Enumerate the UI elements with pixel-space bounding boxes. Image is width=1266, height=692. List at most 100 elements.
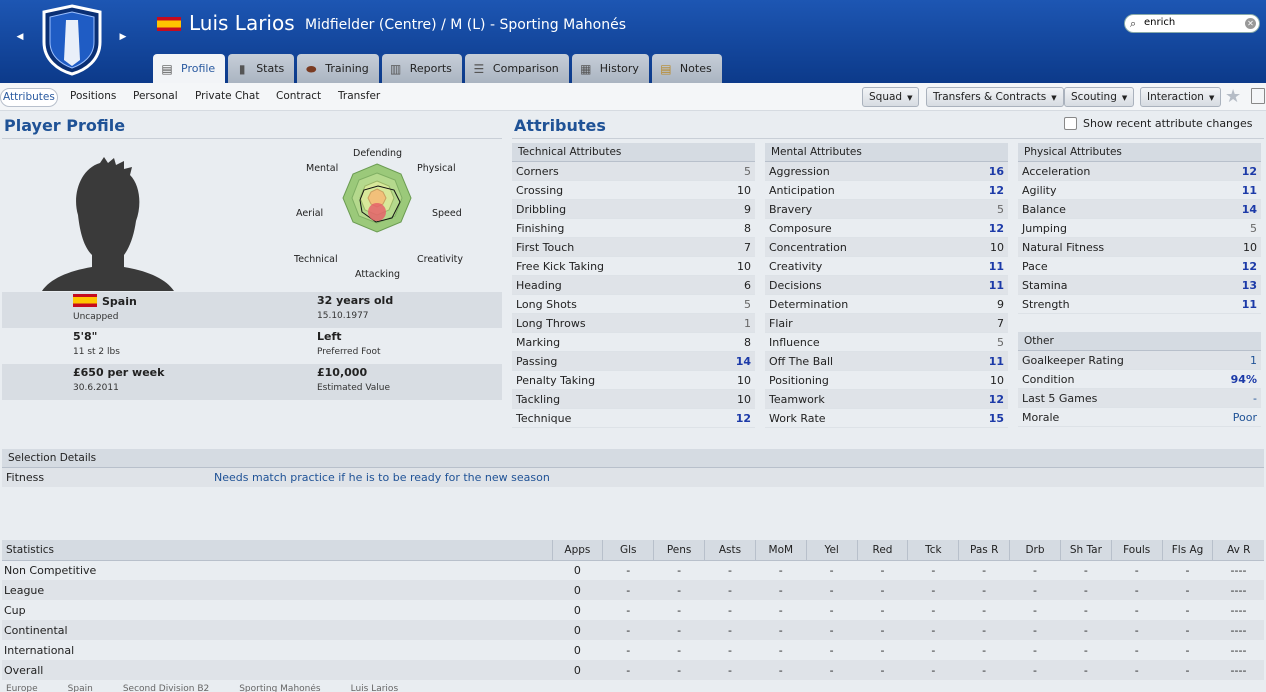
attribute-row-tackling[interactable]: Tackling 10 (512, 390, 755, 409)
clear-search-icon[interactable]: ✕ (1245, 18, 1256, 29)
breadcrumb-item[interactable]: Spain (68, 684, 93, 692)
attribute-row-penalty-taking[interactable]: Penalty Taking 10 (512, 371, 755, 390)
competition-name: International (4, 643, 75, 657)
attribute-row-last-5-games[interactable]: Last 5 Games - (1018, 389, 1261, 408)
search-box[interactable]: ⌕ ✕ (1124, 14, 1260, 33)
interaction-menu-button[interactable]: Interaction ▼ (1140, 87, 1222, 107)
column-header-red[interactable]: Red (856, 540, 908, 561)
recent-changes-toggle[interactable]: Show recent attribute changes (1064, 117, 1253, 130)
column-header-fls-ag[interactable]: Fls Ag (1161, 540, 1213, 561)
transfers-contracts-menu-button[interactable]: Transfers & Contracts ▼ (926, 87, 1064, 107)
attribute-row-heading[interactable]: Heading 6 (512, 276, 755, 295)
attribute-row-balance[interactable]: Balance 14 (1018, 200, 1261, 219)
search-input[interactable] (1144, 17, 1244, 28)
attribute-row-creativity[interactable]: Creativity 11 (765, 257, 1008, 276)
column-header-gls[interactable]: Gls (602, 540, 654, 561)
attribute-row-jumping[interactable]: Jumping 5 (1018, 219, 1261, 238)
column-header-sh-tar[interactable]: Sh Tar (1059, 540, 1112, 561)
attribute-row-natural-fitness[interactable]: Natural Fitness 10 (1018, 238, 1261, 257)
attribute-value: 11 (988, 355, 1004, 368)
column-header-fouls[interactable]: Fouls (1110, 540, 1163, 561)
attribute-row-technique[interactable]: Technique 12 (512, 409, 755, 428)
subtab-contract[interactable]: Contract (274, 88, 323, 107)
attribute-row-long-shots[interactable]: Long Shots 5 (512, 295, 755, 314)
attribute-row-first-touch[interactable]: First Touch 7 (512, 238, 755, 257)
attribute-row-determination[interactable]: Determination 9 (765, 295, 1008, 314)
column-header-tck[interactable]: Tck (907, 540, 959, 561)
attribute-row-marking[interactable]: Marking 8 (512, 333, 755, 352)
attribute-name: Off The Ball (769, 355, 834, 368)
attribute-row-dribbling[interactable]: Dribbling 9 (512, 200, 755, 219)
attribute-row-positioning[interactable]: Positioning 10 (765, 371, 1008, 390)
tab-stats[interactable]: ▮ Stats (228, 54, 295, 83)
tab-reports[interactable]: ▥ Reports (381, 54, 462, 83)
tab-training[interactable]: ⬬ Training (297, 54, 379, 83)
attribute-row-free-kick-taking[interactable]: Free Kick Taking 10 (512, 257, 755, 276)
attribute-row-bravery[interactable]: Bravery 5 (765, 200, 1008, 219)
tab-profile[interactable]: ▤ Profile (153, 54, 226, 83)
star-icon[interactable]: ★ (1225, 86, 1241, 107)
column-header-apps[interactable]: Apps (551, 540, 603, 561)
attribute-row-pace[interactable]: Pace 12 (1018, 257, 1261, 276)
column-header-mom[interactable]: MoM (754, 540, 807, 561)
subtab-positions[interactable]: Positions (68, 88, 118, 107)
column-header-pas-r[interactable]: Pas R (958, 540, 1010, 561)
scouting-menu-button[interactable]: Scouting ▼ (1064, 87, 1135, 107)
attribute-row-off-the-ball[interactable]: Off The Ball 11 (765, 352, 1008, 371)
attribute-name: Marking (516, 336, 561, 349)
attribute-row-concentration[interactable]: Concentration 10 (765, 238, 1008, 257)
attribute-row-long-throws[interactable]: Long Throws 1 (512, 314, 755, 333)
tab-comparison[interactable]: ☰ Comparison (464, 54, 569, 83)
attribute-row-crossing[interactable]: Crossing 10 (512, 181, 755, 200)
attribute-value: 8 (744, 222, 751, 235)
breadcrumb-item[interactable]: Second Division B2 (123, 684, 209, 692)
height-cell: 5'8" 11 st 2 lbs (73, 328, 313, 357)
breadcrumb-item[interactable]: Europe (6, 684, 38, 692)
tab-notes[interactable]: ▤ Notes (651, 54, 722, 83)
column-header-statistics[interactable]: Statistics (2, 540, 552, 561)
forward-arrow-icon[interactable]: ▶ (114, 27, 132, 47)
attribute-row-composure[interactable]: Composure 12 (765, 219, 1008, 238)
stat-cell: - (857, 620, 908, 640)
attribute-row-acceleration[interactable]: Acceleration 12 (1018, 162, 1261, 181)
attribute-row-teamwork[interactable]: Teamwork 12 (765, 390, 1008, 409)
stat-cell: - (857, 660, 908, 680)
attribute-row-influence[interactable]: Influence 5 (765, 333, 1008, 352)
column-header-asts[interactable]: Asts (704, 540, 756, 561)
column-header-av-r[interactable]: Av R (1212, 540, 1264, 561)
attribute-row-finishing[interactable]: Finishing 8 (512, 219, 755, 238)
attribute-row-aggression[interactable]: Aggression 16 (765, 162, 1008, 181)
attribute-row-anticipation[interactable]: Anticipation 12 (765, 181, 1008, 200)
tab-history[interactable]: ▦ History (571, 54, 649, 83)
attribute-row-stamina[interactable]: Stamina 13 (1018, 276, 1261, 295)
subtab-attributes[interactable]: Attributes (0, 88, 58, 107)
subtab-private-chat[interactable]: Private Chat (193, 88, 261, 107)
attribute-row-work-rate[interactable]: Work Rate 15 (765, 409, 1008, 428)
subtab-personal[interactable]: Personal (131, 88, 180, 107)
back-arrow-icon[interactable]: ◀ (11, 27, 29, 47)
physical-attributes-table: Physical Attributes Acceleration 12 Agility… (1018, 143, 1261, 314)
column-header-drb[interactable]: Drb (1009, 540, 1061, 561)
attribute-row-flair[interactable]: Flair 7 (765, 314, 1008, 333)
subtab-transfer[interactable]: Transfer (336, 88, 382, 107)
attribute-name: Composure (769, 222, 832, 235)
attribute-row-strength[interactable]: Strength 11 (1018, 295, 1261, 314)
stat-cell: 0 (573, 563, 581, 577)
attribute-row-condition[interactable]: Condition 94% (1018, 370, 1261, 389)
weight: 11 st 2 lbs (73, 347, 120, 357)
attribute-row-corners[interactable]: Corners 5 (512, 162, 755, 181)
attribute-row-decisions[interactable]: Decisions 11 (765, 276, 1008, 295)
breadcrumb-item[interactable]: Sporting Mahonés (239, 684, 320, 692)
attribute-row-agility[interactable]: Agility 11 (1018, 181, 1261, 200)
recent-changes-checkbox[interactable] (1064, 117, 1077, 130)
squad-menu-button[interactable]: Squad ▼ (862, 87, 920, 107)
breadcrumb-item[interactable]: Luis Larios (351, 684, 399, 692)
nationality-cell[interactable]: Spain Uncapped (73, 292, 313, 322)
column-header-yel[interactable]: Yel (805, 540, 858, 561)
attribute-row-passing[interactable]: Passing 14 (512, 352, 755, 371)
attribute-row-morale[interactable]: Morale Poor (1018, 408, 1261, 427)
attribute-row-goalkeeper-rating[interactable]: Goalkeeper Rating 1 (1018, 351, 1261, 370)
add-to-list-icon[interactable] (1251, 88, 1265, 104)
stat-cell: - (778, 563, 783, 577)
column-header-pens[interactable]: Pens (653, 540, 705, 561)
